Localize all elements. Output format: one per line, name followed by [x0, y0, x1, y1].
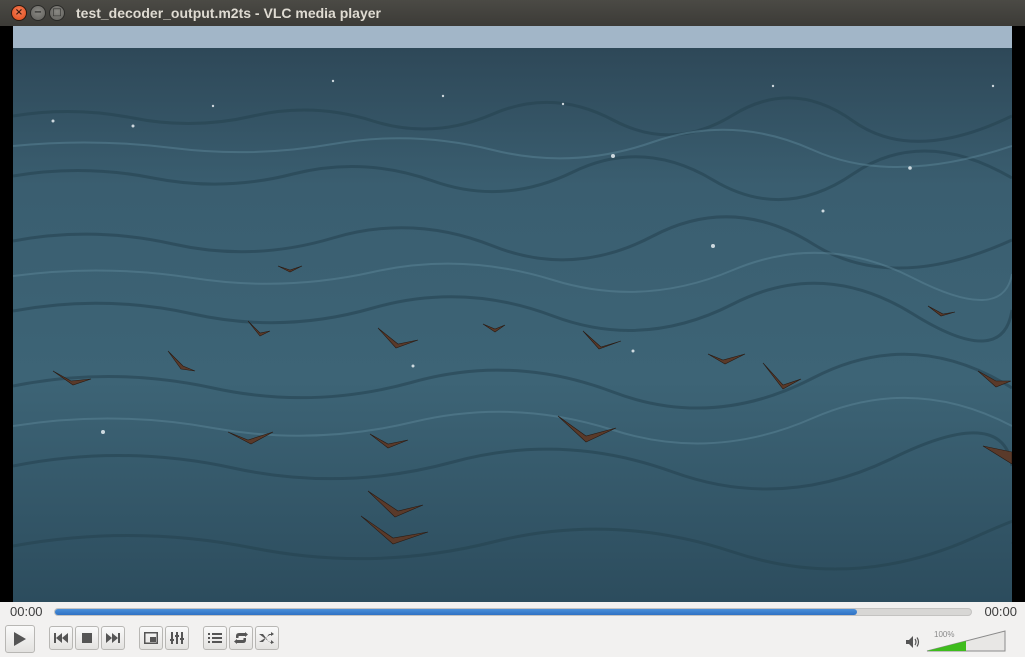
next-button[interactable]	[101, 626, 125, 650]
stop-icon	[82, 633, 92, 643]
video-frame[interactable]	[13, 26, 1012, 602]
extended-settings-icon	[170, 632, 184, 644]
seek-slider[interactable]	[54, 608, 972, 616]
previous-icon	[54, 633, 68, 643]
stop-button[interactable]	[75, 626, 99, 650]
minimize-window-button[interactable]: −	[30, 5, 46, 21]
elapsed-time: 00:00	[10, 604, 43, 619]
next-icon	[106, 633, 120, 643]
video-frame-image	[13, 26, 1012, 602]
loop-icon	[234, 632, 248, 644]
volume-slider[interactable]	[926, 630, 1006, 652]
title-bar: × − □ test_decoder_output.m2ts - VLC med…	[0, 0, 1025, 26]
play-button[interactable]	[5, 625, 35, 653]
vlc-window: × − □ test_decoder_output.m2ts - VLC med…	[0, 0, 1025, 657]
close-window-button[interactable]: ×	[11, 5, 27, 21]
fullscreen-icon	[144, 632, 158, 644]
play-icon	[14, 632, 26, 646]
shuffle-icon	[259, 632, 274, 644]
playlist-icon	[208, 633, 222, 643]
seek-row: 00:00 00:00	[0, 602, 1025, 622]
extended-settings-button[interactable]	[165, 626, 189, 650]
fullscreen-button[interactable]	[139, 626, 163, 650]
total-time: 00:00	[984, 604, 1017, 619]
speaker-icon[interactable]	[905, 635, 921, 649]
loop-button[interactable]	[229, 626, 253, 650]
video-area[interactable]	[0, 26, 1025, 602]
seek-progress-fill	[55, 609, 857, 615]
window-title: test_decoder_output.m2ts - VLC media pla…	[76, 5, 381, 21]
shuffle-button[interactable]	[255, 626, 279, 650]
previous-button[interactable]	[49, 626, 73, 650]
maximize-window-button[interactable]: □	[49, 5, 65, 21]
controls-bar: 100%	[0, 622, 1025, 657]
playlist-button[interactable]	[203, 626, 227, 650]
